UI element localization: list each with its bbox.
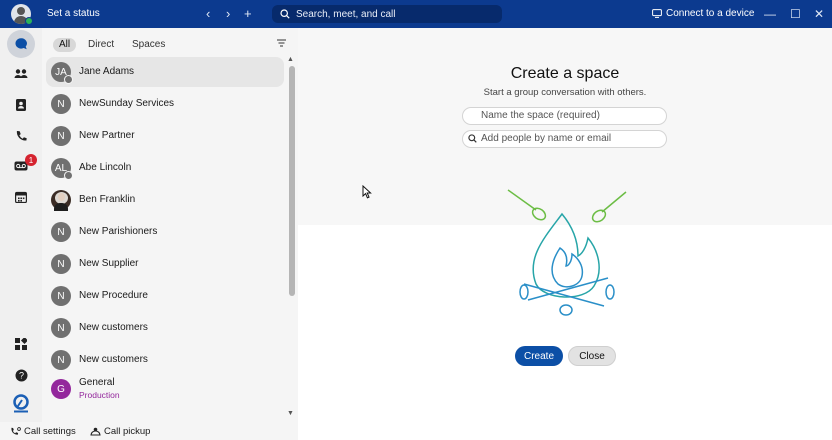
- campfire-illustration: [507, 189, 627, 316]
- create-space-panel: Create a space Start a group conversatio…: [298, 28, 832, 440]
- contact-name: New Procedure: [79, 290, 148, 301]
- filter-icon[interactable]: [277, 39, 286, 47]
- list-item[interactable]: G General Production: [46, 374, 284, 404]
- help-icon: ?: [15, 369, 27, 381]
- space-name-placeholder: Name the space (required): [481, 110, 600, 121]
- mouse-cursor-icon: [362, 185, 372, 199]
- back-arrow-icon[interactable]: ‹: [206, 6, 210, 22]
- avatar: N: [51, 126, 71, 146]
- contact-name: New Partner: [79, 130, 135, 141]
- filter-tab-direct[interactable]: Direct: [82, 38, 120, 52]
- avatar: G: [51, 379, 71, 399]
- page-title: Create a space: [510, 65, 620, 82]
- filter-tab-all[interactable]: All: [53, 38, 77, 52]
- list-item[interactable]: N New Parishioners: [46, 217, 284, 247]
- maximize-button[interactable]: ☐: [790, 7, 801, 21]
- scroll-thumb[interactable]: [289, 66, 295, 296]
- chat-bubble-icon: [15, 38, 27, 50]
- set-status-link[interactable]: Set a status: [47, 8, 100, 19]
- forward-arrow-icon[interactable]: ›: [226, 6, 230, 22]
- brand-logo: [7, 390, 35, 418]
- navigation-rail: 1 ?: [0, 28, 42, 440]
- bottom-bar: Call settings Call pickup: [0, 422, 298, 440]
- close-window-button[interactable]: ✕: [814, 7, 824, 21]
- space-name: General: [79, 377, 115, 388]
- scroll-up-arrow-icon[interactable]: ▲: [287, 56, 294, 63]
- phone-icon: [16, 130, 27, 141]
- contact-name: New customers: [79, 322, 148, 333]
- conversation-list-panel: All Direct Spaces JA Jane Adams N NewSun…: [42, 28, 298, 422]
- status-dot: [64, 75, 73, 84]
- connect-device-button[interactable]: Connect to a device: [652, 8, 754, 19]
- scroll-down-arrow-icon[interactable]: ▼: [287, 410, 294, 417]
- call-settings-label: Call settings: [24, 426, 76, 437]
- page-subtitle: Start a group conversation with others.: [483, 87, 647, 98]
- new-plus-icon[interactable]: +: [244, 6, 252, 22]
- list-item[interactable]: N New customers: [46, 313, 284, 343]
- space-team-label: Production: [79, 390, 120, 400]
- calling-nav-button[interactable]: [7, 122, 35, 150]
- people-icon: [14, 69, 28, 78]
- call-pickup-icon: [90, 427, 101, 436]
- contact-name: New customers: [79, 354, 148, 365]
- messaging-nav-button[interactable]: [7, 30, 35, 58]
- create-button[interactable]: Create: [515, 346, 563, 366]
- contact-name: Ben Franklin: [79, 194, 136, 205]
- space-name-input[interactable]: Name the space (required): [462, 107, 667, 125]
- avatar: N: [51, 350, 71, 370]
- avatar: N: [51, 94, 71, 114]
- list-item[interactable]: N New Partner: [46, 121, 284, 151]
- svg-text:?: ?: [18, 370, 23, 380]
- apps-nav-button[interactable]: [7, 330, 35, 358]
- title-bar: Set a status ‹ › + Search, meet, and cal…: [0, 0, 832, 28]
- contacts-icon: [16, 99, 26, 111]
- contact-name: New Supplier: [79, 258, 139, 269]
- filter-tab-spaces[interactable]: Spaces: [126, 38, 171, 52]
- meetings-nav-button[interactable]: [7, 183, 35, 211]
- list-item[interactable]: N NewSunday Services: [46, 89, 284, 119]
- search-icon: [468, 134, 477, 143]
- list-item[interactable]: JA Jane Adams: [46, 57, 284, 87]
- presence-status-dot: [25, 17, 33, 25]
- avatar: N: [51, 318, 71, 338]
- avatar: N: [51, 254, 71, 274]
- contact-name: New Parishioners: [79, 226, 158, 237]
- list-item[interactable]: AL Abe Lincoln: [46, 153, 284, 183]
- teams-nav-button[interactable]: [7, 60, 35, 88]
- apps-grid-icon: [15, 338, 27, 350]
- search-placeholder: Search, meet, and call: [296, 8, 396, 20]
- list-item[interactable]: N New Supplier: [46, 249, 284, 279]
- list-item[interactable]: N New customers: [46, 345, 284, 375]
- avatar: N: [51, 286, 71, 306]
- search-icon: [280, 9, 290, 19]
- contact-name: Jane Adams: [79, 66, 135, 77]
- crossroad-logo-icon: [13, 394, 29, 413]
- add-people-input[interactable]: Add people by name or email: [462, 130, 667, 148]
- help-nav-button[interactable]: ?: [7, 361, 35, 389]
- call-pickup-label: Call pickup: [104, 426, 151, 437]
- call-pickup-button[interactable]: Call pickup: [90, 426, 150, 437]
- avatar-photo: [51, 190, 71, 211]
- call-settings-button[interactable]: Call settings: [10, 426, 76, 437]
- phone-settings-icon: [11, 426, 21, 435]
- avatar: N: [51, 222, 71, 242]
- contacts-nav-button[interactable]: [7, 91, 35, 119]
- connect-device-label: Connect to a device: [666, 8, 755, 19]
- close-button[interactable]: Close: [568, 346, 616, 366]
- list-scrollbar[interactable]: ▲ ▼: [286, 56, 296, 422]
- add-people-placeholder: Add people by name or email: [481, 133, 612, 144]
- device-icon: [652, 9, 662, 18]
- contact-name: NewSunday Services: [79, 98, 175, 109]
- voicemail-count-badge: 1: [25, 154, 37, 166]
- list-item[interactable]: Ben Franklin: [46, 185, 284, 215]
- minimize-button[interactable]: —: [764, 7, 776, 21]
- contact-name: Abe Lincoln: [79, 162, 132, 173]
- status-dot: [64, 171, 73, 180]
- calendar-icon: [15, 191, 27, 203]
- list-item[interactable]: N New Procedure: [46, 281, 284, 311]
- global-search-input[interactable]: Search, meet, and call: [272, 5, 502, 23]
